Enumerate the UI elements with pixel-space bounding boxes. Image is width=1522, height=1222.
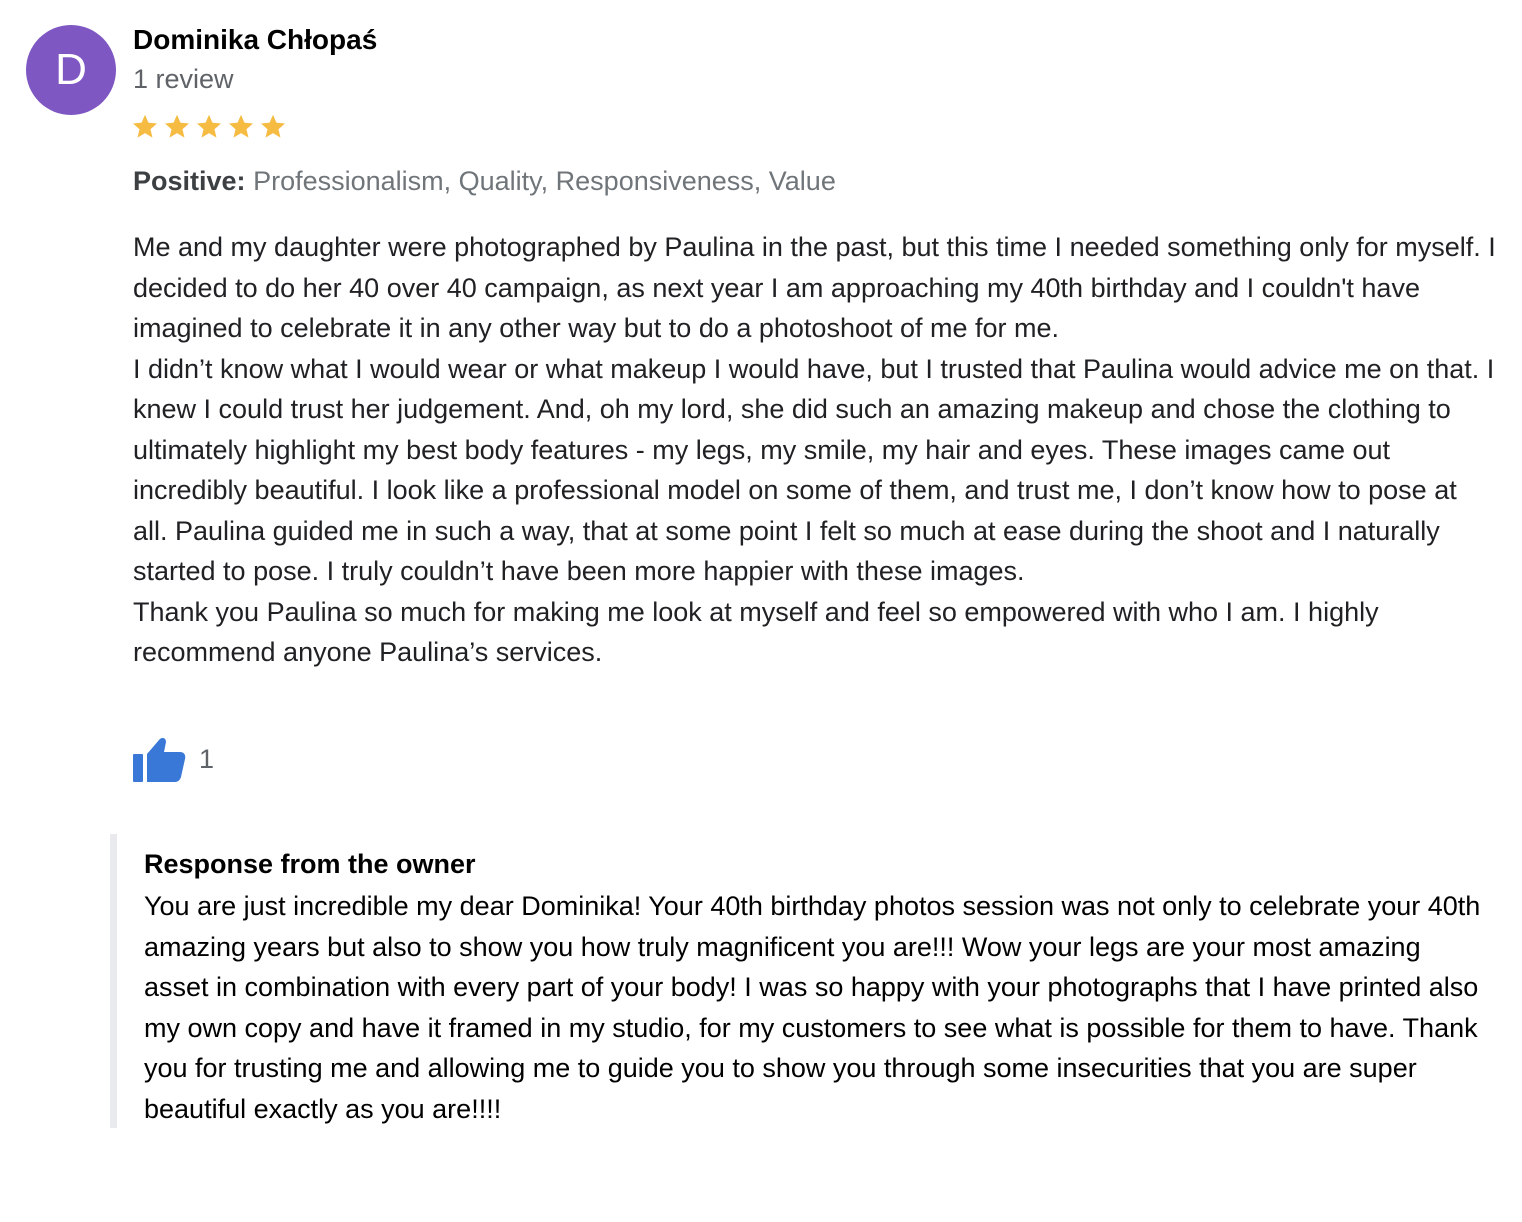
- star-icon: [196, 114, 222, 138]
- like-count: 1: [199, 743, 215, 774]
- avatar[interactable]: D: [26, 25, 116, 115]
- review-paragraph: Me and my daughter were photographed by …: [133, 232, 1496, 343]
- review-count[interactable]: 1 review: [133, 64, 234, 95]
- positive-label: Positive:: [133, 166, 246, 196]
- review-paragraph: I didn’t know what I would wear or what …: [133, 353, 1495, 587]
- star-icon: [228, 114, 254, 138]
- like-button[interactable]: 1: [133, 734, 214, 784]
- star-icon: [132, 114, 158, 138]
- star-icon: [260, 114, 286, 138]
- review-paragraph: Thank you Paulina so much for making me …: [133, 596, 1379, 668]
- review-text: Me and my daughter were photographed by …: [133, 227, 1498, 673]
- star-icon: [164, 114, 190, 138]
- owner-response: Response from the owner You are just inc…: [110, 834, 1490, 1128]
- thumbs-up-icon[interactable]: [133, 734, 187, 784]
- positive-attributes: Positive: Professionalism, Quality, Resp…: [133, 166, 836, 197]
- positive-items: Professionalism, Quality, Responsiveness…: [253, 166, 836, 196]
- avatar-letter: D: [55, 45, 87, 94]
- reviewer-name[interactable]: Dominika Chłopaś: [133, 24, 377, 56]
- owner-response-text: You are just incredible my dear Dominika…: [144, 891, 1481, 1124]
- star-rating: [131, 113, 287, 141]
- owner-response-title: Response from the owner: [144, 849, 476, 879]
